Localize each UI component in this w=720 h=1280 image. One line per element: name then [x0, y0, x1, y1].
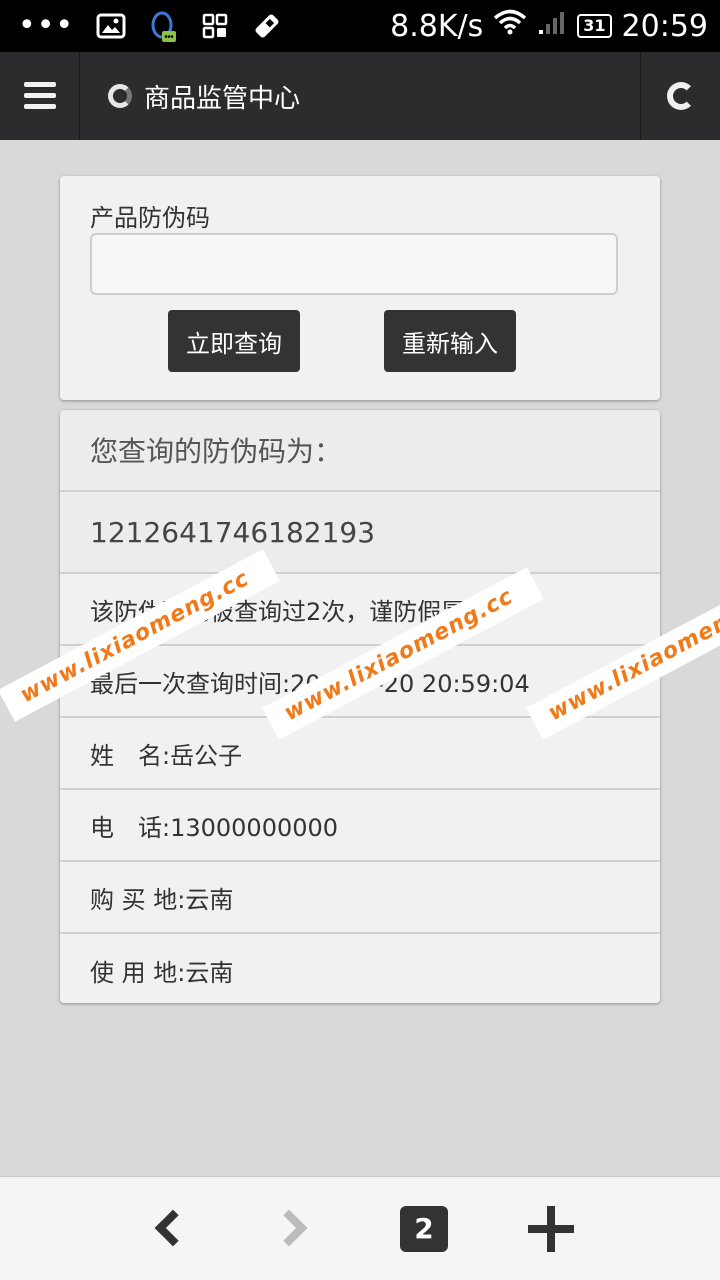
apps-icon: [200, 11, 230, 41]
forward-icon[interactable]: [270, 1209, 308, 1247]
new-tab-icon[interactable]: [528, 1206, 574, 1252]
title-area: 商品监管中心: [108, 52, 300, 140]
battery-icon: 31: [577, 14, 612, 38]
result-heading: 您查询的防伪码为：: [60, 410, 660, 492]
qq-icon: [148, 11, 178, 42]
tabs-button[interactable]: 2: [400, 1206, 448, 1252]
owner-phone: 电 话:13000000000: [60, 790, 660, 862]
back-icon[interactable]: [154, 1209, 192, 1247]
logo-icon: [108, 84, 132, 108]
status-bar: ••• 8.8K/s 31 20:59: [0, 0, 720, 52]
query-button[interactable]: 立即查询: [168, 310, 300, 372]
signal-icon: [537, 8, 567, 44]
use-place: 使 用 地:云南: [90, 958, 234, 987]
clock: 20:59: [621, 8, 708, 44]
gallery-icon: [96, 11, 126, 41]
clean-icon: [252, 11, 282, 41]
refresh-icon: [667, 82, 695, 110]
query-form-card: 产品防伪码 立即查询 重新输入: [60, 176, 660, 400]
page-title: 商品监管中心: [144, 83, 301, 114]
more-notifications-icon: •••: [18, 8, 75, 43]
network-speed: 8.8K/s: [390, 8, 484, 44]
queried-code: 1212641746182193: [60, 492, 660, 574]
app-header: 商品监管中心: [0, 52, 720, 140]
anti-fake-code-input[interactable]: [90, 233, 618, 295]
reset-button[interactable]: 重新输入: [384, 310, 516, 372]
owner-name: 姓 名:岳公子: [60, 718, 660, 790]
purchase-place: 购 买 地:云南: [60, 862, 660, 934]
refresh-button[interactable]: [640, 52, 720, 140]
code-field-label: 产品防伪码: [90, 204, 210, 232]
wifi-icon: [493, 8, 527, 44]
menu-button[interactable]: [0, 52, 80, 140]
browser-bottom-bar: 2: [0, 1176, 720, 1280]
